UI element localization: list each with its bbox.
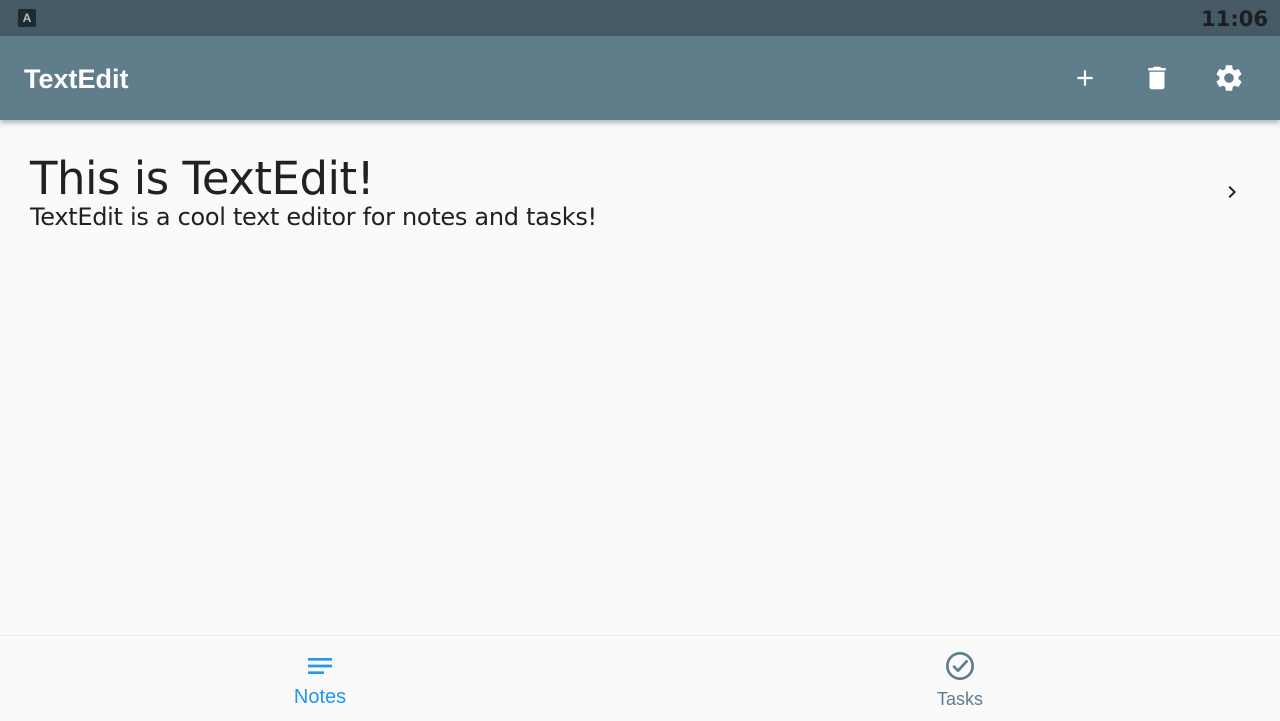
note-body: TextEdit is a cool text editor for notes… xyxy=(30,203,597,231)
app-title: TextEdit xyxy=(24,64,129,94)
notes-list: This is TextEdit! TextEdit is a cool tex… xyxy=(0,120,1280,635)
gear-icon xyxy=(1216,65,1242,91)
add-button[interactable] xyxy=(1065,58,1105,98)
app-bar: TextEdit xyxy=(0,36,1280,120)
nav-notes-tab[interactable]: Notes xyxy=(0,636,640,721)
chevron-right-icon xyxy=(1228,186,1236,198)
bottom-navigation: Notes Tasks xyxy=(0,635,1280,720)
trash-icon xyxy=(1148,66,1166,90)
status-app-icon: A xyxy=(18,9,36,27)
nav-tasks-tab[interactable]: Tasks xyxy=(640,636,1280,721)
check-circle-icon xyxy=(946,652,974,680)
status-bar: A 11:06 xyxy=(0,0,1280,36)
delete-button[interactable] xyxy=(1137,58,1177,98)
note-list-item[interactable]: This is TextEdit! TextEdit is a cool tex… xyxy=(0,140,1280,270)
plus-icon xyxy=(1077,70,1093,86)
status-time: 11:06 xyxy=(1201,7,1268,31)
notes-icon xyxy=(308,658,332,674)
note-title: This is TextEdit! xyxy=(30,152,375,205)
nav-notes-label: Notes xyxy=(293,686,347,708)
settings-button[interactable] xyxy=(1209,58,1249,98)
nav-tasks-label: Tasks xyxy=(936,689,983,709)
